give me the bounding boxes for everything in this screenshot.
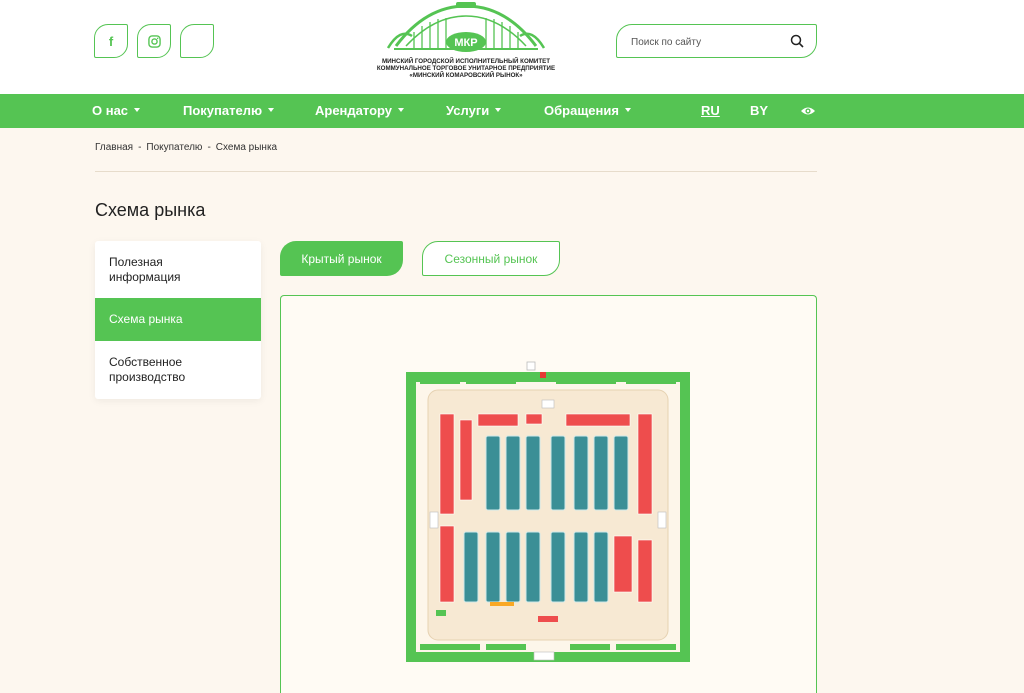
sidebar-item-own-production[interactable]: Собственное производство	[95, 341, 261, 399]
facebook-icon[interactable]: f	[94, 24, 128, 58]
search-box	[616, 24, 817, 58]
instagram-glyph	[147, 34, 161, 48]
sidebar-item-market-scheme[interactable]: Схема рынка	[95, 298, 261, 341]
tab-covered-market[interactable]: Крытый рынок	[280, 241, 403, 276]
facebook-glyph: f	[108, 33, 114, 49]
map-teal-stalls-top	[485, 435, 629, 511]
nav-item-buyer[interactable]: Покупателю	[183, 94, 275, 128]
tab-seasonal-market[interactable]: Сезонный рынок	[422, 241, 560, 276]
nav-label: Обращения	[544, 103, 619, 118]
chevron-down-icon	[268, 107, 275, 112]
map-marker	[436, 610, 446, 616]
nav-label: Услуги	[446, 103, 490, 118]
sidebar-item-label: Схема рынка	[109, 312, 183, 326]
chevron-down-icon	[495, 107, 502, 112]
eye-icon[interactable]	[800, 104, 816, 118]
nav-item-tenant[interactable]: Арендатору	[315, 94, 405, 128]
breadcrumb-home[interactable]: Главная	[95, 142, 133, 153]
map-marker	[490, 602, 514, 606]
nav-item-appeals[interactable]: Обращения	[544, 94, 631, 128]
market-dome-icon: МКР	[386, 2, 546, 52]
nav-label: Покупателю	[183, 103, 263, 118]
search-input[interactable]	[631, 33, 781, 51]
nav-item-about[interactable]: О нас	[92, 94, 141, 128]
map-marker	[540, 372, 546, 378]
sidebar-item-useful-info[interactable]: Полезная информация	[95, 241, 261, 298]
site-header: f МКР МИНСКИЙ ГОРОДСКОЙ ИСПОЛНИТЕЛЬНЫЙ К…	[0, 0, 1024, 94]
breadcrumb-current: Схема рынка	[215, 142, 278, 153]
nav-label: О нас	[92, 103, 129, 118]
nav-label: Арендатору	[315, 103, 393, 118]
nav-item-services[interactable]: Услуги	[446, 94, 502, 128]
breadcrumb-buyer[interactable]: Покупателю	[146, 142, 202, 153]
map-central-entrance	[541, 399, 555, 409]
breadcrumb-separator: -	[207, 142, 211, 153]
map-west-entrance	[429, 511, 439, 529]
logo-line-1: МИНСКИЙ ГОРОДСКОЙ ИСПОЛНИТЕЛЬНЫЙ КОМИТЕТ	[381, 58, 551, 65]
sidebar-item-label: Полезная информация	[109, 254, 181, 284]
map-marker	[538, 616, 558, 622]
market-floor-plan[interactable]	[406, 360, 690, 662]
breadcrumb: Главная - Покупателю - Схема рынка	[95, 142, 277, 153]
leaf-icon[interactable]	[180, 24, 214, 58]
breadcrumb-separator: -	[138, 142, 142, 153]
map-entrance-bottom	[533, 651, 555, 661]
lang-ru[interactable]: RU	[701, 94, 720, 128]
map-entrance-top	[526, 361, 536, 371]
sidebar: Полезная информация Схема рынка Собствен…	[95, 241, 261, 399]
logo-line-3: «МИНСКИЙ КОМАРОВСКИЙ РЫНОК»	[409, 72, 523, 79]
site-logo[interactable]: МКР МИНСКИЙ ГОРОДСКОЙ ИСПОЛНИТЕЛЬНЫЙ КОМ…	[370, 2, 562, 88]
main-nav: О нас Покупателю Арендатору Услуги Обращ…	[0, 94, 1024, 128]
map-east-entrance	[657, 511, 667, 529]
chevron-down-icon	[398, 107, 405, 112]
map-teal-stalls-bottom	[463, 531, 609, 603]
logo-line-2: КОММУНАЛЬНОЕ ТОРГОВОЕ УНИТАРНОЕ ПРЕДПРИЯ…	[376, 65, 556, 72]
chevron-down-icon	[624, 107, 631, 112]
sidebar-item-label: Собственное производство	[109, 355, 186, 384]
instagram-icon[interactable]	[137, 24, 171, 58]
page-title: Схема рынка	[95, 200, 206, 220]
chevron-down-icon	[134, 107, 141, 112]
svg-text:МКР: МКР	[454, 37, 477, 49]
search-icon[interactable]	[790, 34, 804, 48]
lang-by[interactable]: BY	[750, 94, 768, 128]
divider	[95, 171, 817, 172]
